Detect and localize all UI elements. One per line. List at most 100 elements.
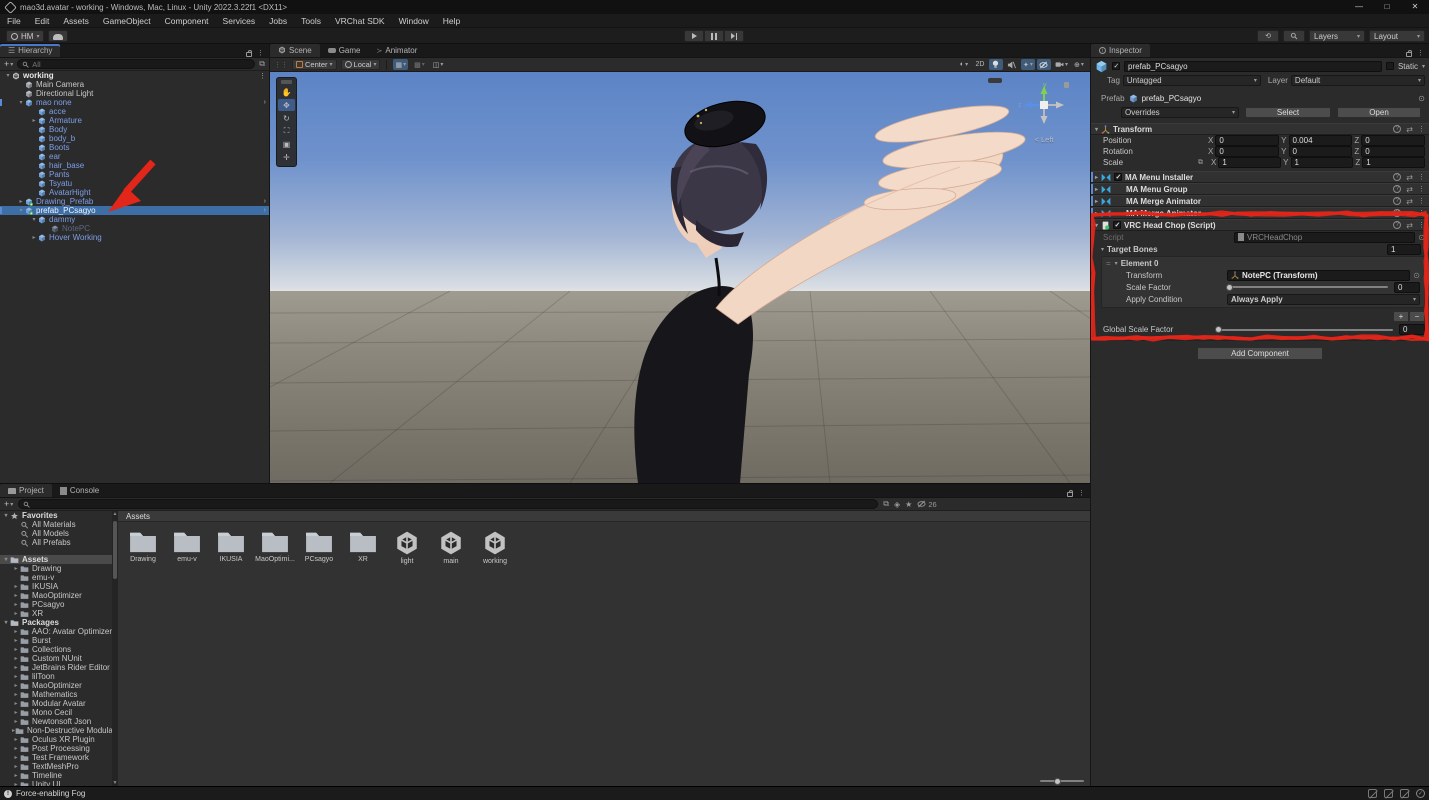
project-tree-item-all-models[interactable]: All Models xyxy=(0,529,112,538)
expander-icon[interactable]: ▸ xyxy=(12,673,20,680)
hierarchy-item-tsyatu[interactable]: Tsyatu xyxy=(0,179,269,188)
account-button[interactable]: HM▾ xyxy=(6,30,44,42)
expander-icon[interactable]: ▸ xyxy=(12,583,20,590)
grid-snap-toggle[interactable]: ▦▾ xyxy=(393,59,408,70)
lock-icon[interactable] xyxy=(246,52,252,57)
help-icon[interactable]: ? xyxy=(1393,221,1401,229)
asset-pcsagyo[interactable]: PCsagyo xyxy=(302,530,336,565)
hierarchy-item-directional-light[interactable]: Directional Light xyxy=(0,89,269,98)
expander-icon[interactable]: ▾ xyxy=(1095,222,1098,229)
icon-size-slider[interactable] xyxy=(1040,780,1084,782)
expander-icon[interactable]: ▸ xyxy=(12,754,20,761)
project-tree-item-mono-cecil[interactable]: ▸Mono Cecil xyxy=(0,708,112,717)
expander-icon[interactable]: ▸ xyxy=(30,117,38,124)
menu-vrchat-sdk[interactable]: VRChat SDK xyxy=(328,16,392,26)
project-lock-icon[interactable] xyxy=(1067,492,1073,497)
tag-dropdown[interactable]: Untagged▾ xyxy=(1123,75,1261,86)
component-checkbox[interactable] xyxy=(1113,221,1121,229)
tool-handle-rotation-dropdown[interactable]: Local▾ xyxy=(341,59,381,70)
project-tree-item-aao-avatar-optimizer[interactable]: ▸AAO: Avatar Optimizer xyxy=(0,627,112,636)
expander-icon[interactable]: ▸ xyxy=(12,700,20,707)
rotation-x-field[interactable]: 0 xyxy=(1215,146,1279,157)
global-scale-field[interactable]: 0 xyxy=(1399,324,1425,335)
hierarchy-item-working[interactable]: ▾working⋮ xyxy=(0,71,269,80)
scene-viewport[interactable]: ✋ ✥ ↻ ⛶ ▣ ✛ y z < Left xyxy=(270,72,1090,483)
project-tree-item-maooptimizer[interactable]: ▸MaoOptimizer xyxy=(0,591,112,600)
expander-icon[interactable]: ▾ xyxy=(2,619,10,626)
expander-icon[interactable]: ▾ xyxy=(2,556,10,563)
overlay-grip[interactable] xyxy=(281,80,292,84)
2d-toggle[interactable]: 2D xyxy=(973,59,987,70)
asset-main[interactable]: main xyxy=(434,530,468,565)
apply-condition-dropdown[interactable]: Always Apply▾ xyxy=(1227,294,1420,305)
transform-tool-button[interactable]: ✛ xyxy=(278,151,295,163)
orientation-gizmo[interactable]: y z < Left xyxy=(1016,80,1072,142)
add-component-button[interactable]: Add Component xyxy=(1197,347,1323,360)
tab-console[interactable]: Console xyxy=(52,484,107,497)
component-menu-icon[interactable]: ⋮ xyxy=(1418,173,1425,181)
hierarchy-item-acce[interactable]: acce xyxy=(0,107,269,116)
component-menu-icon[interactable]: ⋮ xyxy=(1418,197,1425,205)
favorites-filter-icon[interactable]: ★ xyxy=(905,500,912,509)
hierarchy-item-avatarhight[interactable]: AvatarHight xyxy=(0,188,269,197)
project-tree-item-oculus-xr-plugin[interactable]: ▸Oculus XR Plugin xyxy=(0,735,112,744)
component-menu-icon[interactable]: ⋮ xyxy=(1418,209,1425,217)
component-checkbox[interactable] xyxy=(1114,173,1122,181)
hierarchy-item-mao-none[interactable]: ▾mao none› xyxy=(0,98,269,107)
help-icon[interactable]: ? xyxy=(1393,197,1401,205)
expander-icon[interactable]: ▾ xyxy=(2,512,10,519)
expander-icon[interactable]: ▸ xyxy=(12,655,20,662)
component-menu-icon[interactable]: ⋮ xyxy=(1418,221,1425,229)
prefab-select-button[interactable]: Select xyxy=(1245,107,1331,118)
tab-project[interactable]: Project xyxy=(0,484,52,497)
hierarchy-item-armature[interactable]: ▸Armature xyxy=(0,116,269,125)
layers-dropdown[interactable]: Layers▾ xyxy=(1309,30,1365,42)
expander-icon[interactable]: ▸ xyxy=(30,234,38,241)
expander-icon[interactable]: ▸ xyxy=(12,772,20,779)
menu-services[interactable]: Services xyxy=(216,16,263,26)
expander-icon[interactable]: ▸ xyxy=(12,628,20,635)
project-tree-item-assets[interactable]: ▾Assets xyxy=(0,555,112,564)
project-tree-item-packages[interactable]: ▾Packages xyxy=(0,618,112,627)
expander-icon[interactable]: ▸ xyxy=(12,709,20,716)
tab-hierarchy[interactable]: ☰Hierarchy xyxy=(0,44,60,57)
scale-y-field[interactable]: 1 xyxy=(1291,157,1354,168)
project-tree-item-collections[interactable]: ▸Collections xyxy=(0,645,112,654)
static-dropdown-icon[interactable]: ▾ xyxy=(1422,63,1425,70)
help-icon[interactable]: ? xyxy=(1393,185,1401,193)
project-tree-item-non-destructive-modular[interactable]: ▸Non-Destructive Modular xyxy=(0,726,112,735)
hierarchy-item-drawing-prefab[interactable]: ▸Drawing_Prefab› xyxy=(0,197,269,206)
panel-menu-icon[interactable]: ⋮ xyxy=(257,49,264,57)
hierarchy-item-body-b[interactable]: body_b xyxy=(0,134,269,143)
search-by-type-icon[interactable]: ⧉ xyxy=(883,499,889,509)
asset-maooptimi-[interactable]: MaoOptimi... xyxy=(258,530,292,565)
project-tree-item-newtonsoft-json[interactable]: ▸Newtonsoft Json xyxy=(0,717,112,726)
expander-icon[interactable]: ▸ xyxy=(12,565,20,572)
layer-dropdown[interactable]: Default▾ xyxy=(1291,75,1425,86)
scene-audio-toggle[interactable] xyxy=(1005,59,1019,70)
hierarchy-item-pants[interactable]: Pants xyxy=(0,170,269,179)
presets-icon[interactable]: ⇄ xyxy=(1406,209,1413,218)
undo-history-button[interactable]: ⟲ xyxy=(1257,30,1279,42)
expander-icon[interactable]: ▸ xyxy=(12,592,20,599)
create-asset-button[interactable]: +▾ xyxy=(4,499,13,509)
scene-effects-dropdown[interactable]: ✦▾ xyxy=(1021,59,1035,70)
close-button[interactable]: ✕ xyxy=(1401,0,1429,14)
project-tree-item-drawing[interactable]: ▸Drawing xyxy=(0,564,112,573)
menu-help[interactable]: Help xyxy=(436,16,467,26)
prefab-open-arrow[interactable]: › xyxy=(264,198,266,205)
expander-icon[interactable]: ▸ xyxy=(17,198,25,205)
presets-icon[interactable]: ⇄ xyxy=(1406,185,1413,194)
array-remove-button[interactable]: − xyxy=(1409,311,1425,322)
position-y-field[interactable]: 0.004 xyxy=(1289,135,1353,146)
scene-visibility-toggle[interactable] xyxy=(1037,59,1051,70)
hierarchy-item-boots[interactable]: Boots xyxy=(0,143,269,152)
expander-icon[interactable]: ▾ xyxy=(30,216,38,223)
expander-icon[interactable]: ▸ xyxy=(1095,198,1098,205)
rotation-y-field[interactable]: 0 xyxy=(1289,146,1353,157)
expander-icon[interactable]: ▾ xyxy=(4,72,12,79)
project-tree-item-maooptimizer[interactable]: ▸MaoOptimizer xyxy=(0,681,112,690)
asset-working[interactable]: working xyxy=(478,530,512,565)
hierarchy-item-ear[interactable]: ear xyxy=(0,152,269,161)
menu-window[interactable]: Window xyxy=(392,16,436,26)
